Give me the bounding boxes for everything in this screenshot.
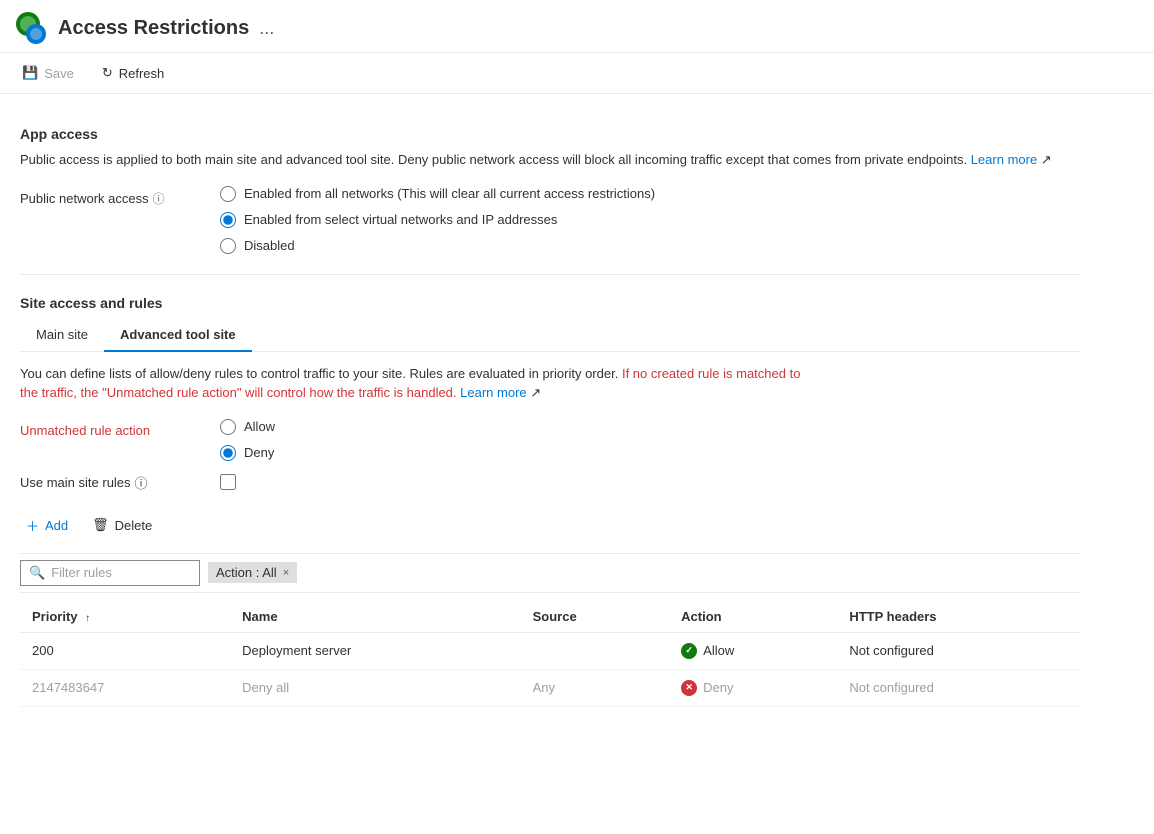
site-learn-more[interactable]: Learn more <box>460 385 526 400</box>
allow-icon <box>681 643 697 659</box>
cell-name: Deployment server <box>230 632 520 669</box>
add-icon: ＋ <box>26 516 39 535</box>
use-main-site-checkbox[interactable] <box>220 474 236 490</box>
use-main-site-row: Use main site rules ⓘ <box>20 473 1080 492</box>
action-deny: Deny <box>681 680 825 696</box>
save-icon: 💾 <box>22 65 38 81</box>
cell-action: Allow <box>669 632 837 669</box>
sort-icon-priority: ↑ <box>85 613 90 624</box>
network-radio-disabled[interactable] <box>220 238 236 254</box>
cell-source <box>521 632 670 669</box>
unmatched-rule-row: Unmatched rule action Allow Deny <box>20 419 1080 461</box>
cell-http-headers: Not configured <box>837 669 1080 706</box>
cell-source: Any <box>521 669 670 706</box>
cell-action: Deny <box>669 669 837 706</box>
network-option-select[interactable]: Enabled from select virtual networks and… <box>220 212 655 228</box>
table-row[interactable]: 2147483647 Deny all Any Deny Not configu… <box>20 669 1080 706</box>
network-option-disabled[interactable]: Disabled <box>220 238 655 254</box>
site-access-title: Site access and rules <box>20 295 1080 311</box>
use-main-site-info-icon: ⓘ <box>135 473 148 492</box>
delete-icon: 🗑 <box>92 517 109 533</box>
refresh-button[interactable]: ↻ Refresh <box>96 61 170 85</box>
cell-http-headers: Not configured <box>837 632 1080 669</box>
action-allow: Allow <box>681 643 825 659</box>
table-header: Priority ↑ Name Source Action HTTP heade… <box>20 601 1080 633</box>
public-network-info-icon: ⓘ <box>153 190 165 207</box>
unmatched-options: Allow Deny <box>220 419 275 461</box>
table-row[interactable]: 200 Deployment server Allow Not configur… <box>20 632 1080 669</box>
site-access-section: Site access and rules Main site Advanced… <box>20 295 1080 707</box>
unmatched-allow[interactable]: Allow <box>220 419 275 435</box>
site-info-text: You can define lists of allow/deny rules… <box>20 364 820 403</box>
delete-rule-button[interactable]: 🗑 Delete <box>86 513 158 537</box>
add-rule-button[interactable]: ＋ Add <box>20 512 74 539</box>
filter-input-wrap: 🔍 <box>20 560 200 586</box>
filter-rules-input[interactable] <box>51 565 191 580</box>
unmatched-deny[interactable]: Deny <box>220 445 275 461</box>
rules-action-bar: ＋ Add 🗑 Delete <box>20 508 1080 543</box>
section-divider <box>20 274 1080 275</box>
cell-name: Deny all <box>230 669 520 706</box>
refresh-icon: ↻ <box>102 65 113 81</box>
save-button[interactable]: 💾 Save <box>16 61 80 85</box>
unmatched-radio-deny[interactable] <box>220 445 236 461</box>
app-access-description: Public access is applied to both main si… <box>20 150 1080 170</box>
cell-priority: 200 <box>20 632 230 669</box>
col-action[interactable]: Action <box>669 601 837 633</box>
public-network-options: Enabled from all networks (This will cle… <box>220 186 655 254</box>
filter-bar: 🔍 Action : All × <box>20 553 1080 593</box>
tab-main-site[interactable]: Main site <box>20 319 104 352</box>
use-main-site-label: Use main site rules ⓘ <box>20 473 220 492</box>
search-icon: 🔍 <box>29 565 45 581</box>
public-network-access-row: Public network access ⓘ Enabled from all… <box>20 186 1080 254</box>
more-options-icon[interactable]: ... <box>259 18 274 39</box>
rules-table: Priority ↑ Name Source Action HTTP heade… <box>20 601 1080 707</box>
unmatched-radio-allow[interactable] <box>220 419 236 435</box>
app-icon <box>16 12 48 44</box>
network-option-all[interactable]: Enabled from all networks (This will cle… <box>220 186 655 202</box>
cell-priority: 2147483647 <box>20 669 230 706</box>
main-content: App access Public access is applied to b… <box>0 94 1100 723</box>
table-body: 200 Deployment server Allow Not configur… <box>20 632 1080 706</box>
page-title: Access Restrictions <box>58 17 249 40</box>
app-access-learn-more[interactable]: Learn more <box>971 152 1037 167</box>
col-priority[interactable]: Priority ↑ <box>20 601 230 633</box>
site-tabs: Main site Advanced tool site <box>20 319 1080 352</box>
toolbar: 💾 Save ↻ Refresh <box>0 53 1154 94</box>
unmatched-rule-label: Unmatched rule action <box>20 419 220 438</box>
filter-tag-close[interactable]: × <box>283 567 289 579</box>
deny-icon <box>681 680 697 696</box>
public-network-label: Public network access ⓘ <box>20 186 220 207</box>
col-name[interactable]: Name <box>230 601 520 633</box>
col-source[interactable]: Source <box>521 601 670 633</box>
network-radio-select[interactable] <box>220 212 236 228</box>
network-radio-all[interactable] <box>220 186 236 202</box>
app-access-title: App access <box>20 126 1080 142</box>
col-http-headers[interactable]: HTTP headers <box>837 601 1080 633</box>
tab-advanced-tool-site[interactable]: Advanced tool site <box>104 319 252 352</box>
filter-tag-action: Action : All × <box>208 562 297 583</box>
page-header: Access Restrictions ... <box>0 0 1154 53</box>
app-access-section: App access Public access is applied to b… <box>20 126 1080 254</box>
